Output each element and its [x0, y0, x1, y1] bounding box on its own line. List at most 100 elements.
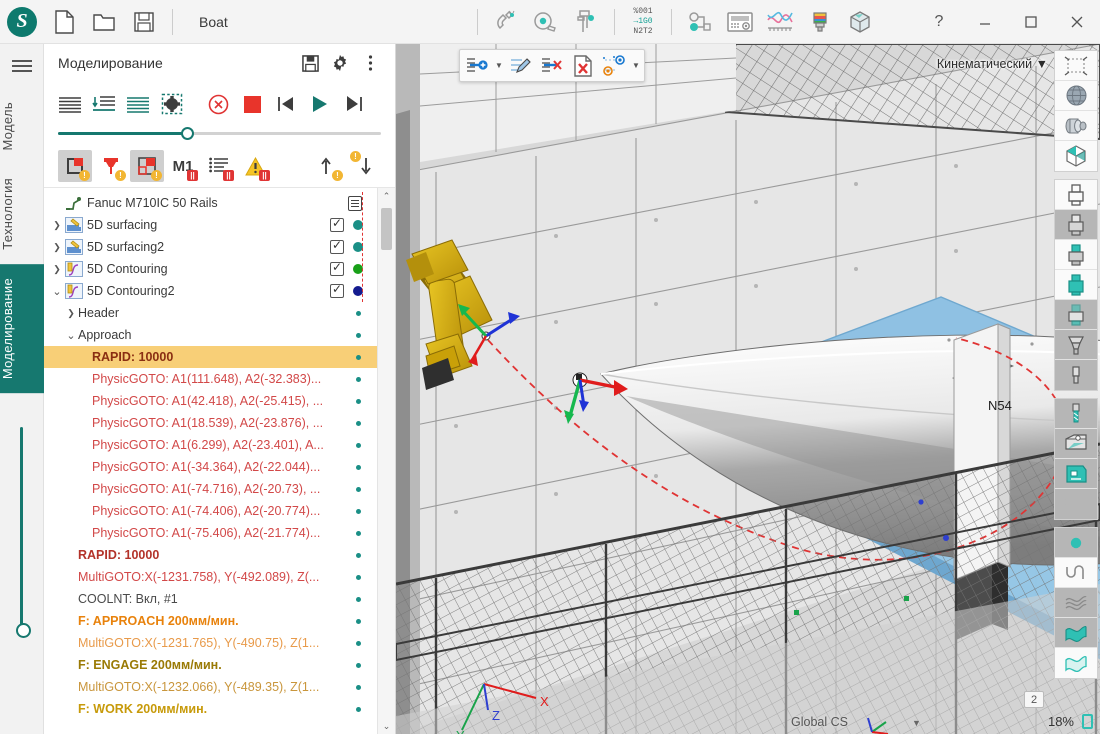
more-vertical-icon[interactable]	[355, 48, 385, 78]
part-solid-icon[interactable]	[1055, 429, 1097, 459]
endmill-icon[interactable]	[1055, 399, 1097, 429]
new-file-icon[interactable]	[44, 1, 84, 43]
tree-row[interactable]: PhysicGOTO: A1(-74.406), A2(-20.774)...	[44, 500, 377, 522]
collision-tool-icon[interactable]: !	[94, 150, 128, 182]
maximize-button[interactable]	[1008, 0, 1054, 44]
close-button[interactable]	[1054, 0, 1100, 44]
vertical-tab-simulation[interactable]: Моделирование	[0, 264, 44, 393]
iso-cube-icon[interactable]	[1055, 141, 1097, 171]
tree-expand-icon[interactable]: ❯	[50, 220, 64, 231]
remove-point-icon[interactable]	[537, 52, 567, 79]
globe-view-icon[interactable]	[1055, 81, 1097, 111]
open-folder-icon[interactable]	[84, 1, 124, 43]
save-disk-icon[interactable]	[124, 1, 164, 43]
stock-solid-icon[interactable]	[1055, 210, 1097, 240]
vertical-tab-technology[interactable]: Технология	[0, 164, 44, 264]
tree-row[interactable]: F: APPROACH 200мм/мин.	[44, 610, 377, 632]
add-point-icon[interactable]	[462, 52, 492, 79]
tree-row[interactable]: PhysicGOTO: A1(-34.364), A2(-22.044)...	[44, 456, 377, 478]
tree-visibility-checkbox[interactable]	[330, 284, 344, 298]
graph-icon[interactable]	[760, 1, 800, 43]
tree-row[interactable]: Fanuc M710IC 50 Rails	[44, 192, 377, 214]
kinematic-caret-icon[interactable]: ▼	[1036, 57, 1048, 71]
tree-row[interactable]: PhysicGOTO: A1(-75.406), A2(-21.774)...	[44, 522, 377, 544]
clear-all-icon[interactable]	[568, 52, 598, 79]
collision-stock-icon[interactable]: !	[58, 150, 92, 182]
tree-row[interactable]: ⌄Approach	[44, 324, 377, 346]
tree-row[interactable]: ⌄5D Contouring2	[44, 280, 377, 302]
scrollbar-thumb[interactable]	[381, 208, 392, 250]
prev-icon[interactable]	[270, 88, 302, 120]
tree-row[interactable]: ❯5D surfacing	[44, 214, 377, 236]
curve-icon[interactable]	[1055, 558, 1097, 588]
menu-hamburger-icon[interactable]	[0, 44, 43, 88]
point-dot-icon[interactable]	[1055, 528, 1097, 558]
kinematic-mode-selector[interactable]: Кинематический ▼	[937, 57, 1048, 71]
m1-stop-icon[interactable]: M1 ||	[166, 150, 200, 182]
tree-visibility-checkbox[interactable]	[330, 262, 344, 276]
fit-view-icon[interactable]	[1055, 51, 1097, 81]
caliper-icon[interactable]	[566, 1, 606, 43]
scroll-down-arrow[interactable]: ⌄	[378, 718, 395, 734]
move-down-icon[interactable]: !	[347, 150, 381, 182]
tree-row[interactable]: PhysicGOTO: A1(-74.716), A2(-20.73), ...	[44, 478, 377, 500]
tree-visibility-checkbox[interactable]	[330, 240, 344, 254]
surface-teal-icon[interactable]	[1055, 618, 1097, 648]
stock-cube-icon[interactable]	[840, 1, 880, 43]
add-point-caret-icon[interactable]: ▼	[493, 61, 505, 70]
simulation-progress-slider[interactable]	[44, 126, 395, 145]
surface-light-icon[interactable]	[1055, 648, 1097, 678]
tree-row[interactable]: RAPID: 10000	[44, 346, 377, 368]
zoom-fit-icon[interactable]	[1082, 714, 1093, 729]
hatch-icon[interactable]	[1055, 489, 1097, 519]
lines-icon[interactable]	[122, 88, 154, 120]
move-up-icon[interactable]: !	[311, 150, 345, 182]
play-icon[interactable]	[304, 88, 336, 120]
tree-collapse-icon[interactable]: ⌄	[50, 285, 64, 298]
tree-collapse-icon[interactable]: ⌄	[64, 329, 78, 342]
stock-transparent-icon[interactable]	[1055, 300, 1097, 330]
stock-teal-icon[interactable]	[1055, 270, 1097, 300]
slider-track[interactable]	[58, 132, 381, 135]
save-icon[interactable]	[295, 48, 325, 78]
stock-select-icon[interactable]	[156, 88, 188, 120]
list-all-icon[interactable]	[54, 88, 86, 120]
tree-row[interactable]: ❯5D Contouring	[44, 258, 377, 280]
tree-row[interactable]: RAPID: 10000	[44, 544, 377, 566]
nc-code-icon[interactable]: %001 →1G0 N2T2	[623, 1, 663, 43]
tree-expand-icon[interactable]: ❯	[50, 242, 64, 253]
surface-wire-icon[interactable]	[1055, 588, 1097, 618]
slider-handle[interactable]	[181, 127, 194, 140]
tree-row[interactable]: ❯Header	[44, 302, 377, 324]
gear-icon[interactable]	[325, 48, 355, 78]
stock-machined-icon[interactable]	[1055, 240, 1097, 270]
control-panel-icon[interactable]	[720, 1, 760, 43]
tree-row[interactable]: ❯5D surfacing2	[44, 236, 377, 258]
part-section-icon[interactable]	[1055, 459, 1097, 489]
points-caret-icon[interactable]: ▼	[630, 61, 642, 70]
points-set-icon[interactable]	[599, 52, 629, 79]
tree-expand-icon[interactable]: ❯	[50, 264, 64, 275]
stock-outline-icon[interactable]	[1055, 180, 1097, 210]
tool-small-icon[interactable]	[1055, 360, 1097, 390]
tree-row[interactable]: F: WORK 200мм/мин.	[44, 698, 377, 720]
3d-viewport[interactable]: X Y Z N54 ▼	[396, 44, 1100, 734]
stop-icon[interactable]	[236, 88, 268, 120]
tree-row[interactable]: PhysicGOTO: A1(6.299), A2(-23.401), A...	[44, 434, 377, 456]
tree-visibility-checkbox[interactable]	[330, 218, 344, 232]
measure-tape-icon[interactable]	[526, 1, 566, 43]
scroll-up-arrow[interactable]: ⌃	[378, 188, 395, 204]
warning-icon[interactable]: ||	[238, 150, 272, 182]
collision-holder-icon[interactable]: !	[130, 150, 164, 182]
view-page-badge[interactable]: 2	[1024, 691, 1044, 708]
tree-row[interactable]: COOLNT: Вкл, #1	[44, 588, 377, 610]
vertical-tab-model[interactable]: Модель	[0, 88, 44, 164]
connection-icon[interactable]	[680, 1, 720, 43]
minimize-button[interactable]	[962, 0, 1008, 44]
tree-note-icon[interactable]	[348, 196, 362, 211]
tree-scrollbar[interactable]: ⌃ ⌄	[377, 188, 395, 734]
help-button[interactable]: ?	[916, 0, 962, 44]
tree-row[interactable]: MultiGOTO:X(-1231.765), Y(-490.75), Z(1.…	[44, 632, 377, 654]
fixture-icon[interactable]	[1055, 330, 1097, 360]
tree-row[interactable]: MultiGOTO:X(-1231.758), Y(-492.089), Z(.…	[44, 566, 377, 588]
